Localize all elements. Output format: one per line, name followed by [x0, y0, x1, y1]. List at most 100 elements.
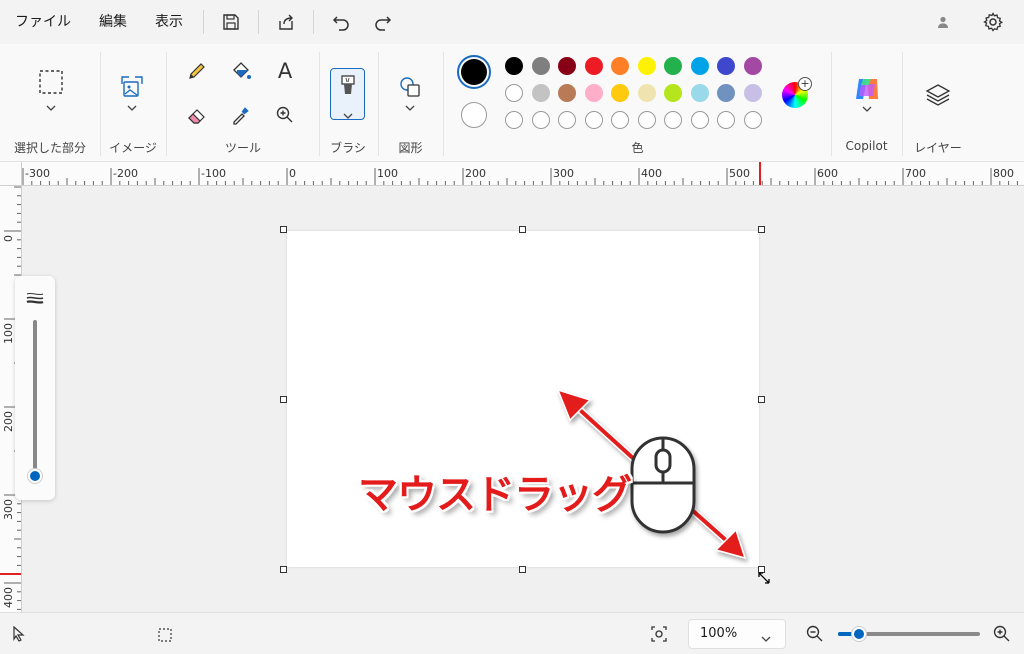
mouse-icon	[630, 436, 696, 534]
color-swatch[interactable]	[584, 57, 603, 75]
color-swatch[interactable]	[505, 57, 523, 75]
menu-edit[interactable]: 編集	[85, 6, 141, 38]
custom-color-slot[interactable]	[584, 111, 603, 129]
color-picker-icon[interactable]	[226, 100, 256, 130]
custom-color-slot[interactable]	[505, 111, 523, 129]
mouse-drag-annotation-text: マウスドラッグ	[358, 472, 632, 518]
brush-button[interactable]	[330, 68, 365, 120]
image-resize-icon[interactable]	[117, 72, 147, 102]
ruler-label: 400	[641, 167, 662, 180]
color-group-label: 色	[631, 141, 644, 155]
color-swatch[interactable]	[664, 84, 682, 102]
pencil-icon[interactable]	[182, 56, 212, 86]
eraser-icon[interactable]	[182, 100, 212, 130]
horizontal-ruler: -300 -200 -100 0 100 200 300 400 500 600 700 800	[22, 162, 1024, 186]
custom-color-slot[interactable]	[558, 111, 576, 129]
resize-handle-bottom[interactable]	[519, 566, 526, 573]
save-icon[interactable]	[216, 7, 246, 37]
magnifier-icon[interactable]	[270, 100, 300, 130]
menu-file[interactable]: ファイル	[0, 6, 85, 38]
fit-to-window-icon[interactable]	[650, 625, 668, 647]
color-swatch[interactable]	[690, 57, 709, 75]
color-swatch[interactable]	[611, 57, 629, 75]
fill-bucket-icon[interactable]	[226, 56, 256, 86]
custom-color-slot[interactable]	[637, 111, 656, 129]
tools-group: A ツール	[167, 44, 319, 162]
custom-color-slot[interactable]	[531, 111, 550, 129]
custom-color-slot[interactable]	[690, 111, 709, 129]
custom-color-slot[interactable]	[717, 111, 735, 129]
resize-handle-top[interactable]	[519, 226, 526, 233]
color-swatch[interactable]	[531, 57, 550, 75]
ruler-label: 200	[2, 411, 15, 432]
resize-handle-top-left[interactable]	[280, 226, 287, 233]
color-swatch[interactable]	[717, 57, 735, 75]
color-swatch[interactable]	[584, 84, 603, 102]
resize-handle-bottom-left[interactable]	[280, 566, 287, 573]
layers-icon[interactable]	[923, 80, 953, 110]
ruler-label: 800	[993, 167, 1014, 180]
copilot-icon[interactable]	[852, 74, 882, 104]
select-rectangle-icon[interactable]	[35, 66, 67, 98]
menu-separator	[258, 10, 259, 34]
resize-handle-top-right[interactable]	[758, 226, 765, 233]
undo-icon[interactable]	[326, 7, 356, 37]
ruler-label: 300	[2, 499, 15, 520]
selection-size-icon	[158, 627, 172, 646]
plus-icon: +	[798, 77, 812, 91]
custom-color-slot[interactable]	[611, 111, 629, 129]
ruler-label: -100	[201, 167, 226, 180]
custom-color-slot[interactable]	[743, 111, 762, 129]
chevron-down-icon[interactable]	[35, 100, 67, 116]
menu-bar: ファイル 編集 表示	[0, 0, 1024, 44]
ruler-label: 200	[465, 167, 486, 180]
cursor-position-marker	[0, 573, 21, 575]
zoom-in-icon[interactable]	[992, 624, 1012, 648]
shapes-icon[interactable]	[395, 72, 425, 102]
brush-size-slider-thumb[interactable]	[28, 469, 42, 483]
share-icon[interactable]	[271, 7, 301, 37]
resize-handle-left[interactable]	[280, 396, 287, 403]
color-swatch[interactable]	[717, 84, 735, 102]
ruler-label: -200	[113, 167, 138, 180]
chevron-down-icon[interactable]	[852, 102, 882, 116]
edit-colors-button[interactable]: +	[782, 77, 812, 110]
menu-view[interactable]: 表示	[141, 6, 197, 38]
color-swatch[interactable]	[743, 84, 762, 102]
brush-size-panel	[15, 276, 55, 500]
color-swatch[interactable]	[637, 57, 656, 75]
text-tool-icon[interactable]: A	[270, 56, 300, 86]
diagonal-resize-cursor-icon	[757, 570, 771, 589]
color-swatch[interactable]	[531, 84, 550, 102]
color-swatch[interactable]	[743, 57, 762, 75]
chevron-down-icon[interactable]	[117, 100, 147, 116]
redo-icon[interactable]	[368, 7, 398, 37]
ruler-label: -300	[25, 167, 50, 180]
color-swatch[interactable]	[690, 84, 709, 102]
secondary-color-button[interactable]	[461, 102, 487, 128]
ruler-label: 0	[2, 235, 15, 242]
account-icon[interactable]	[928, 7, 958, 37]
ribbon: 選択した部分 イメージ A ツール ブラシ 図形 + 色 Copilot レイヤ…	[0, 44, 1024, 162]
image-group: イメージ	[101, 44, 165, 162]
color-swatch[interactable]	[611, 84, 629, 102]
color-swatch[interactable]	[637, 84, 656, 102]
chevron-down-icon	[343, 104, 353, 123]
zoom-out-icon[interactable]	[805, 624, 825, 648]
chevron-down-icon[interactable]	[395, 100, 425, 116]
color-swatch[interactable]	[558, 84, 576, 102]
brush-size-slider-track[interactable]	[33, 320, 37, 480]
brush-group-label: ブラシ	[330, 141, 366, 155]
custom-color-slot[interactable]	[664, 111, 682, 129]
primary-color-button[interactable]	[457, 55, 491, 89]
color-swatch[interactable]	[558, 57, 576, 75]
layers-group-label: レイヤー	[914, 141, 962, 155]
zoom-slider-thumb[interactable]	[852, 627, 866, 641]
zoom-level-value: 100%	[700, 626, 738, 641]
color-group: + 色	[444, 44, 831, 162]
color-swatch[interactable]	[505, 84, 523, 102]
zoom-level-select[interactable]: 100%	[688, 619, 786, 649]
copilot-group: Copilot	[832, 44, 901, 162]
color-swatch[interactable]	[664, 57, 682, 75]
settings-gear-icon[interactable]	[978, 7, 1008, 37]
